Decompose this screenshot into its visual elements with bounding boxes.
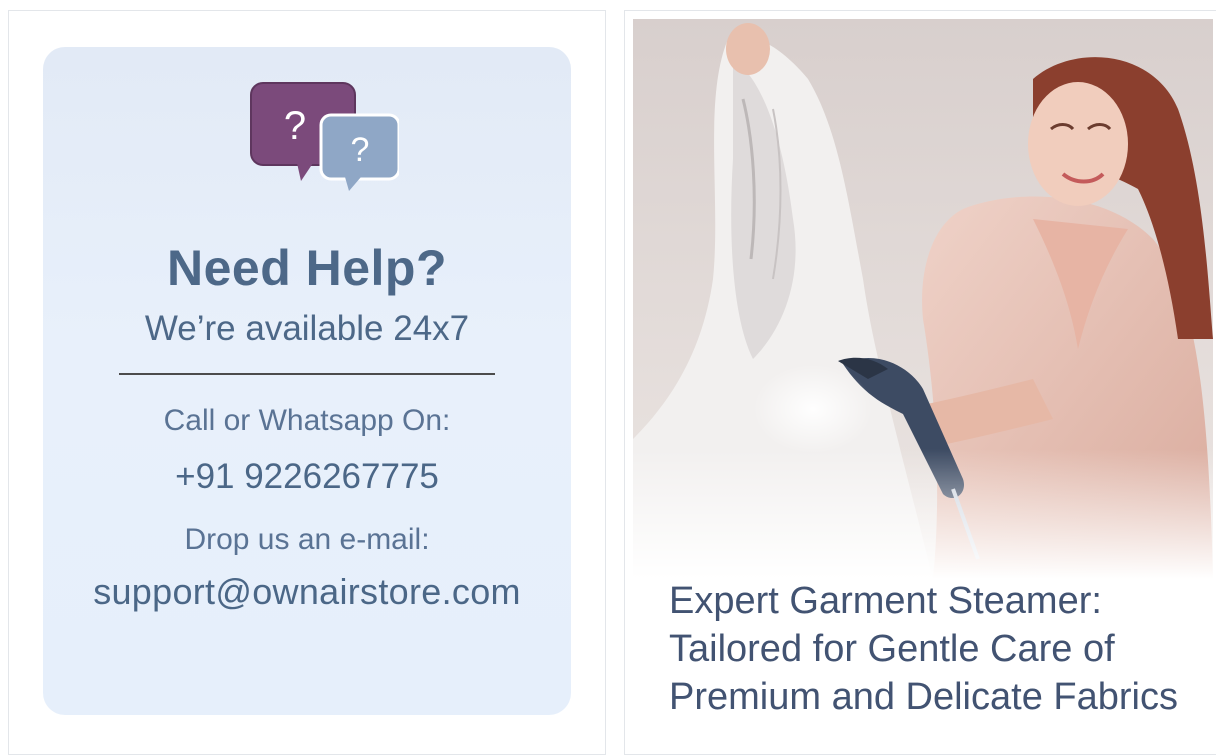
call-label: Call or Whatsapp On: bbox=[163, 404, 451, 437]
email-link[interactable]: support@ownairstore.com bbox=[33, 571, 581, 613]
bubble-glyph-secondary: ? bbox=[351, 131, 370, 169]
help-panel: ? ? Need Help? We’re available 24x7 Call… bbox=[8, 10, 606, 755]
caption-line: Tailored for Gentle Care of bbox=[669, 628, 1115, 670]
availability-text: We’re available 24x7 bbox=[144, 309, 470, 348]
promo-panel[interactable]: Expert Garment Steamer: Tailored for Gen… bbox=[624, 10, 1216, 755]
bubble-glyph-primary: ? bbox=[284, 104, 306, 148]
help-title: Need Help? bbox=[166, 240, 448, 296]
phone-link[interactable]: +91 9226267775 bbox=[43, 457, 571, 497]
email-label: Drop us an e-mail: bbox=[184, 523, 430, 556]
caption-line: Premium and Delicate Fabrics bbox=[669, 676, 1178, 718]
image-fade bbox=[633, 449, 1213, 579]
promo-caption[interactable]: Expert Garment Steamer: Tailored for Gen… bbox=[669, 577, 1199, 721]
garment-steamer-photo[interactable] bbox=[633, 19, 1213, 580]
help-card: ? ? Need Help? We’re available 24x7 Call… bbox=[43, 47, 571, 715]
caption-line: Expert Garment Steamer: bbox=[669, 580, 1102, 622]
divider bbox=[119, 373, 495, 375]
question-chat-bubbles-icon: ? ? bbox=[239, 77, 401, 197]
